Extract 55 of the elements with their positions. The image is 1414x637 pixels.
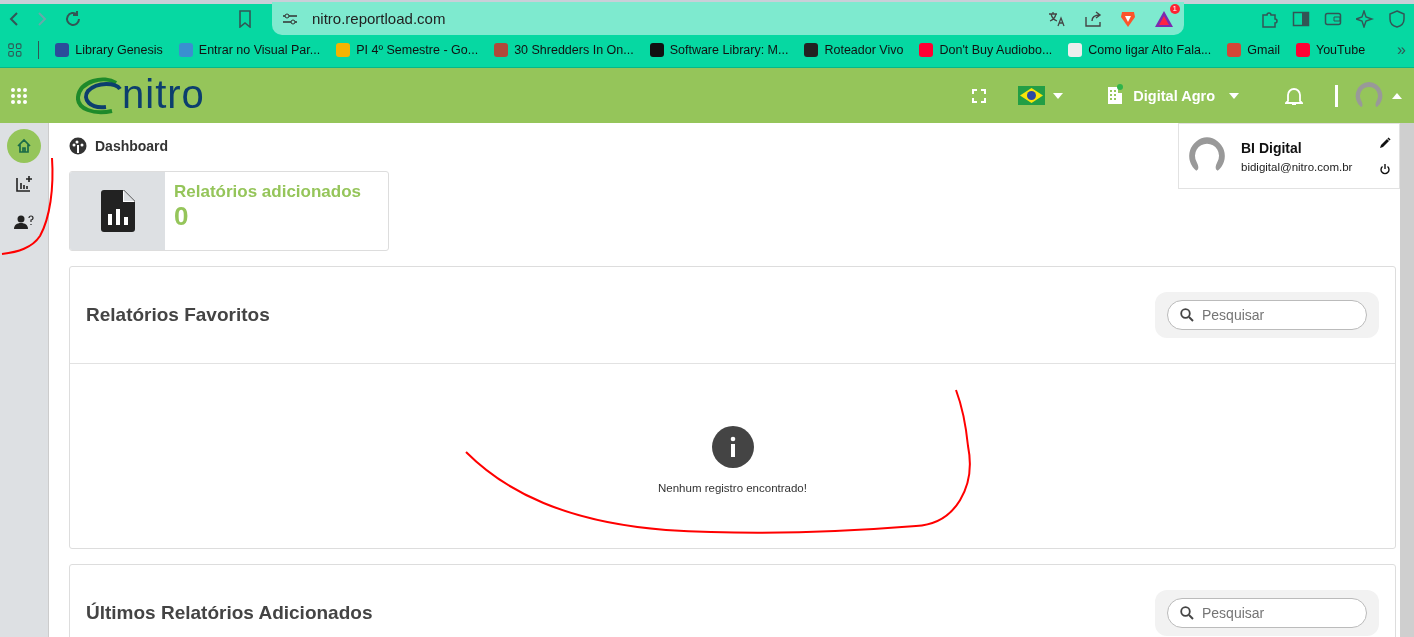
building-icon xyxy=(1107,84,1124,104)
profile-email: bidigital@nitro.com.br xyxy=(1241,160,1354,173)
profile-name: BI Digital xyxy=(1241,139,1303,156)
more-bookmarks-button[interactable]: » xyxy=(1397,41,1406,59)
bookmark-link[interactable]: Library Genesis xyxy=(55,43,163,57)
sidebar-icon[interactable] xyxy=(1292,9,1310,28)
dashboard-gauge-icon xyxy=(69,137,87,155)
info-icon xyxy=(711,426,754,468)
brazil-flag-icon xyxy=(1018,86,1046,105)
logo-swoosh-icon xyxy=(76,76,124,115)
bookmark-link[interactable]: Entrar no Visual Par... xyxy=(178,43,321,57)
search-icon xyxy=(1180,606,1194,620)
bookmark-link[interactable]: Roteador Vivo xyxy=(804,43,904,57)
bookmark-link[interactable]: Software Library: M... xyxy=(649,43,789,57)
empty-message: Nenhum registro encontrado! xyxy=(658,482,807,494)
translate-icon[interactable] xyxy=(1048,10,1066,27)
caret-icon xyxy=(1229,92,1239,99)
bookmark-link[interactable]: YouTube xyxy=(1295,43,1366,57)
home-icon xyxy=(16,138,32,154)
scrollbar[interactable] xyxy=(1400,123,1414,637)
bookmark-link[interactable]: Don't Buy Audiobo... xyxy=(919,43,1053,57)
stat-value: 0 xyxy=(174,202,190,231)
chart-plus-icon xyxy=(15,175,33,193)
bookmark-link[interactable]: Como ligar Alto Fala... xyxy=(1068,43,1212,57)
logo-text: nitro xyxy=(122,73,205,118)
apps-grid-icon[interactable] xyxy=(8,41,22,59)
bookmark-link[interactable]: PI 4º Semestre - Go... xyxy=(336,43,479,57)
breadcrumb-title: Dashboard xyxy=(95,138,169,154)
stat-label: Relatórios adicionados xyxy=(174,182,362,202)
share-icon[interactable] xyxy=(1084,10,1102,27)
reload-icon[interactable] xyxy=(64,9,82,28)
puzzle-icon[interactable] xyxy=(1260,9,1278,28)
edit-icon[interactable] xyxy=(1379,137,1391,149)
search-icon xyxy=(1180,308,1194,322)
panel-title: Últimos Relatórios Adicionados xyxy=(86,602,374,624)
power-icon[interactable] xyxy=(1379,163,1391,175)
panel-title: Relatórios Favoritos xyxy=(86,304,271,326)
user-question-icon xyxy=(14,214,34,230)
language-selector[interactable] xyxy=(1018,86,1064,105)
notification-badge: 1 xyxy=(1169,3,1180,14)
bookmark-link[interactable]: 30 Shredders In On... xyxy=(494,43,634,57)
site-settings-icon[interactable] xyxy=(282,11,298,26)
bookmark-icon[interactable] xyxy=(238,9,252,28)
report-file-icon xyxy=(100,190,135,232)
search-field[interactable]: Pesquisar xyxy=(1167,598,1367,628)
shield-icon[interactable] xyxy=(1388,9,1406,28)
home-button[interactable] xyxy=(7,129,41,163)
bookmark-link[interactable]: Gmail xyxy=(1227,43,1280,57)
address-bar[interactable]: nitro.reportload.com 1 xyxy=(272,2,1184,35)
sparkle-icon[interactable] xyxy=(1356,9,1374,28)
lion-shield-icon[interactable] xyxy=(1120,9,1136,28)
back-icon[interactable] xyxy=(8,10,20,27)
search-field[interactable]: Pesquisar xyxy=(1167,300,1367,330)
triangle-icon[interactable] xyxy=(1154,9,1174,28)
caret-icon xyxy=(1053,92,1064,99)
